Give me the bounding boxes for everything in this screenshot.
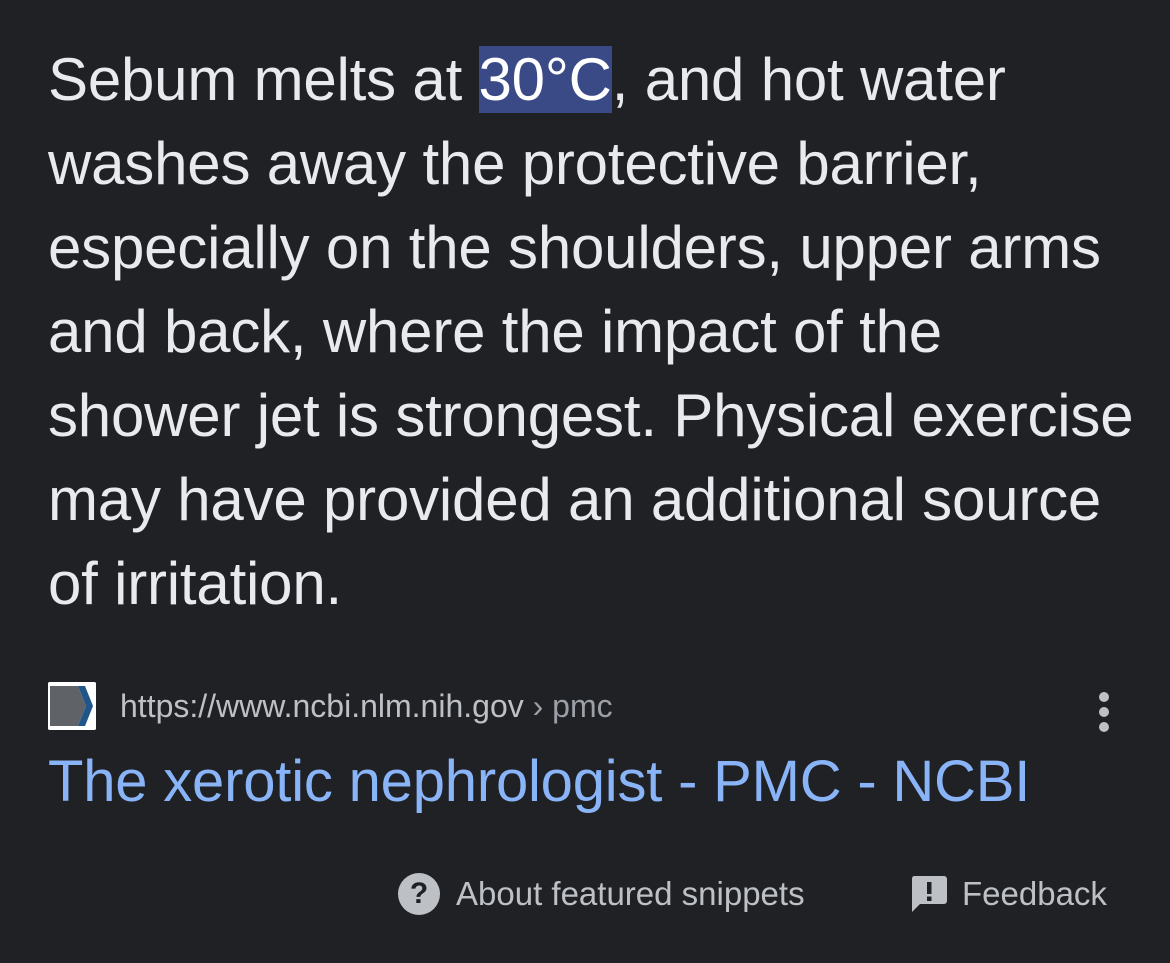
feedback-button[interactable]: Feedback (910, 870, 1107, 918)
featured-snippet-text: Sebum melts at 30°C, and hot water washe… (48, 38, 1138, 626)
snippet-text-before: Sebum melts at (48, 46, 479, 113)
more-vert-icon-dot (1099, 722, 1109, 732)
breadcrumb-separator: › (523, 688, 553, 724)
source-row: https://www.ncbi.nlm.nih.gov › pmc (48, 682, 1128, 732)
feedback-label: Feedback (962, 875, 1107, 912)
source-url-domain: https://www.ncbi.nlm.nih.gov (120, 688, 524, 724)
snippet-text-after: , and hot water washes away the protecti… (48, 46, 1134, 617)
breadcrumb-pmc: pmc (552, 688, 613, 724)
snippet-highlight: 30°C (478, 46, 612, 113)
source-url[interactable]: https://www.ncbi.nlm.nih.gov › pmc (120, 688, 613, 724)
about-featured-snippets-button[interactable]: ? About featured snippets (398, 870, 805, 918)
result-title-link[interactable]: The xerotic nephrologist - PMC - NCBI (48, 746, 1030, 818)
about-featured-snippets-label: About featured snippets (456, 875, 805, 912)
more-vert-icon-dot (1099, 707, 1109, 717)
more-vert-icon (1099, 692, 1109, 702)
more-options-button[interactable] (1088, 688, 1120, 736)
feedback-icon (911, 876, 947, 912)
ncbi-logo-icon[interactable] (48, 682, 96, 730)
help-icon: ? (398, 873, 440, 915)
snippet-footer: ? About featured snippets Feedback (0, 870, 1170, 918)
